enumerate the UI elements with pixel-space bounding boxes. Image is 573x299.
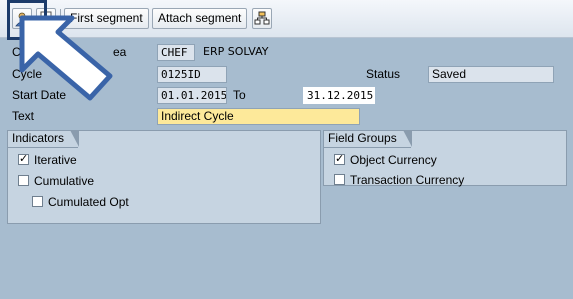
checkbox-box — [334, 174, 345, 185]
cumulative-label: Cumulative — [34, 174, 95, 188]
start-date-field[interactable]: 01.01.2015 — [157, 87, 227, 104]
field-groups-title: Field Groups — [323, 130, 412, 148]
status-field: Saved — [428, 66, 554, 83]
text-row: Text Indirect Cycle — [7, 107, 567, 126]
controlling-area-field[interactable]: CHEF — [157, 44, 195, 61]
status-label: Status — [366, 67, 401, 81]
indicators-group: Indicators ✓ Iterative Cumulative Cumula… — [7, 130, 321, 224]
indicators-title: Indicators — [7, 130, 80, 148]
object-currency-label: Object Currency — [350, 153, 437, 167]
checkbox-box — [18, 175, 29, 186]
checkmark-icon: ✓ — [334, 153, 345, 165]
cycle-field[interactable]: 0125ID — [157, 66, 227, 83]
end-date-field[interactable]: 31.12.2015 — [303, 87, 375, 104]
text-label: Text — [12, 109, 35, 123]
field-groups-group: Field Groups ✓ Object Currency Transacti… — [323, 130, 567, 187]
iterative-label: Iterative — [34, 153, 77, 167]
text-field[interactable]: Indirect Cycle — [157, 108, 360, 125]
to-label: To — [233, 88, 246, 102]
controlling-area-description: ERP SOLVAY — [203, 45, 269, 58]
pointer-arrow-icon — [19, 15, 113, 101]
checkbox-box — [32, 196, 43, 207]
checkmark-icon: ✓ — [18, 153, 29, 165]
transaction-currency-label: Transaction Currency — [350, 173, 465, 187]
cumulated-opt-label: Cumulated Opt — [48, 195, 129, 209]
attach-segment-button[interactable]: Attach segment — [152, 8, 248, 29]
hierarchy-icon[interactable] — [252, 8, 272, 29]
